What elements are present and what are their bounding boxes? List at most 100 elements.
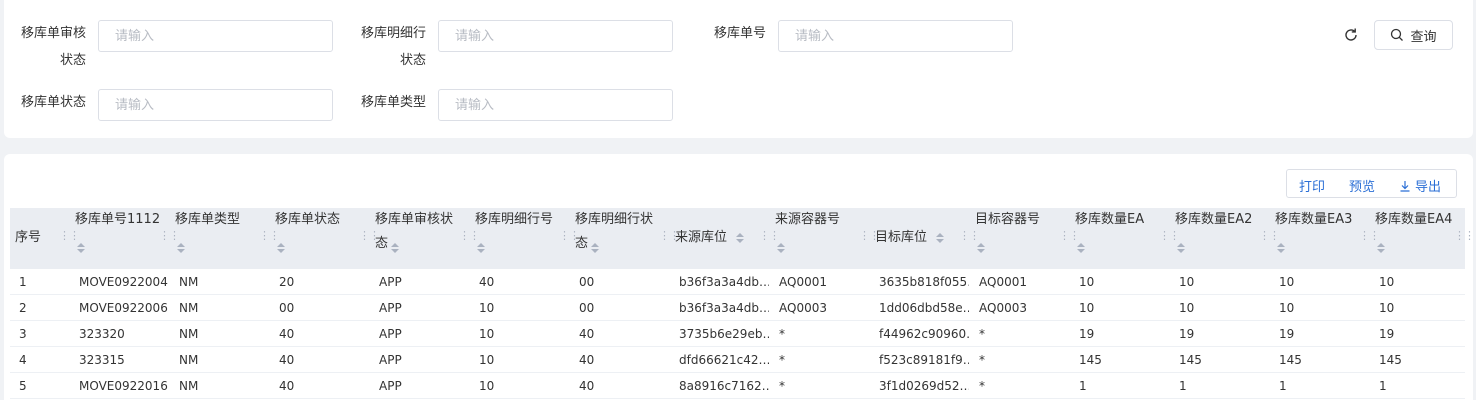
table-cell: * (979, 353, 985, 367)
table-cell: 10 (1179, 301, 1195, 315)
column-resize-handle[interactable]: ⋮⋮ (259, 230, 280, 246)
column-header[interactable]: 移库数量EA4 ⋮⋮ (1370, 208, 1475, 269)
sort-icon[interactable] (936, 233, 944, 243)
sort-icon[interactable] (591, 243, 599, 253)
column-resize-handle[interactable]: ⋮⋮ (959, 230, 980, 246)
sort-icon[interactable] (977, 243, 985, 253)
column-header[interactable]: 目标容器号 ⋮⋮ (970, 208, 1080, 269)
preview-label: 预览 (1349, 180, 1376, 195)
column-header-label-line1: 移库数量EA3 (1275, 212, 1353, 227)
sort-icon[interactable] (177, 243, 185, 253)
query-button[interactable]: 查询 (1374, 20, 1453, 50)
table-row[interactable]: 5 MOVE0922016 NM 40 APP 10 40 8a8916c7162… * 3f1d… (10, 373, 1465, 399)
column-header[interactable]: 移库单号1112 ⋮⋮ (70, 208, 180, 269)
sort-icon[interactable] (77, 243, 85, 253)
column-header[interactable]: 来源库位 ⋮⋮ (670, 208, 780, 269)
refresh-button[interactable] (1341, 25, 1361, 45)
table-cell: 00 (579, 275, 595, 289)
table-cell: NM (179, 379, 199, 393)
column-header[interactable]: 移库数量EA3 ⋮⋮ (1270, 208, 1380, 269)
sort-icon[interactable] (1277, 243, 1285, 253)
column-header[interactable]: 目标库位 ⋮⋮ (870, 208, 980, 269)
table-cell: 145 (1179, 353, 1202, 367)
column-header-label-line2: 态 (375, 236, 389, 251)
column-resize-handle[interactable]: ⋮⋮ (659, 230, 680, 246)
column-header-label: 移库单号1112 (75, 208, 160, 232)
table-cell: AQ0001 (979, 275, 1027, 289)
column-resize-handle[interactable]: ⋮⋮ (59, 230, 80, 246)
order-type-input[interactable] (438, 89, 673, 121)
line-status-label: 移库明细行 状态 (344, 20, 426, 74)
table-cell: 1 (1279, 379, 1287, 393)
column-resize-handle[interactable]: ⋮⋮ (559, 230, 580, 246)
column-header-label: 移库数量EA3 (1275, 208, 1352, 232)
table-cell: MOVE0922016 (79, 379, 168, 393)
table-cell: * (779, 379, 785, 393)
column-header[interactable]: 移库明细行号 ⋮⋮ (470, 208, 580, 269)
table-toolbar: 打印 预览 导出 (1286, 169, 1457, 198)
column-header[interactable]: 序号 ⋮⋮ (10, 208, 80, 269)
sort-icon[interactable] (736, 233, 744, 243)
column-resize-handle[interactable]: ⋮⋮ (159, 230, 180, 246)
table-cell: 40 (479, 275, 495, 289)
column-resize-handle[interactable]: ⋮⋮ (1359, 230, 1380, 246)
table-cell: AQ0003 (979, 301, 1027, 315)
table-cell: 10 (1079, 275, 1095, 289)
column-header[interactable]: 移库单类型 ⋮⋮ (170, 208, 280, 269)
column-resize-handle[interactable]: ⋮⋮ (359, 230, 380, 246)
refresh-icon (1345, 28, 1357, 41)
column-header[interactable]: 移库数量EA ⋮⋮ (1070, 208, 1180, 269)
sort-icon[interactable] (777, 243, 785, 253)
table-cell: 1 (1079, 379, 1087, 393)
table-row[interactable]: 1 MOVE0922004 NM 20 APP 40 00 b36f3a3a4db… AQ000… (10, 269, 1465, 295)
column-header-label: 来源容器号 (775, 208, 840, 232)
table-cell: MOVE0922004 (79, 275, 168, 289)
column-resize-handle[interactable]: ⋮⋮ (1259, 230, 1280, 246)
search-icon (1391, 28, 1404, 41)
export-button[interactable]: 导出 (1399, 176, 1441, 195)
sort-icon[interactable] (1377, 243, 1385, 253)
print-button[interactable]: 打印 (1299, 176, 1325, 195)
sort-icon[interactable] (1077, 243, 1085, 253)
order-status-input[interactable] (98, 89, 333, 121)
line-status-label-line1: 移库明细行 (360, 26, 426, 41)
order-no-input[interactable] (778, 20, 1013, 52)
table-row[interactable]: 4 323315 NM 40 APP 10 40 dfd66621c42… * f523c8918… (10, 347, 1465, 373)
table-cell: 3 (19, 327, 27, 341)
column-resize-handle[interactable]: ⋮⋮ (859, 230, 880, 246)
sort-icon[interactable] (391, 243, 399, 253)
table-cell: * (979, 379, 985, 393)
sort-icon[interactable] (477, 243, 485, 253)
column-header[interactable]: 移库明细行状态 ⋮⋮ (570, 208, 680, 269)
column-resize-handle[interactable]: ⋮⋮ (759, 230, 780, 246)
table-row[interactable]: 2 MOVE0922006 NM 00 APP 10 00 b36f3a3a4db… AQ000… (10, 295, 1465, 321)
column-header-label: 目标容器号 (975, 208, 1040, 232)
sort-icon[interactable] (277, 243, 285, 253)
table-cell: 323315 (79, 353, 125, 367)
column-header-label: 序号 (15, 226, 41, 250)
column-header[interactable]: 移库单状态 ⋮⋮ (270, 208, 380, 269)
audit-status-label-line2: 状态 (59, 53, 86, 68)
column-resize-handle[interactable]: ⋮⋮ (1159, 230, 1180, 246)
audit-status-input[interactable] (98, 20, 333, 52)
column-header[interactable]: 移库单审核状态 ⋮⋮ (370, 208, 480, 269)
column-header[interactable]: 移库数量EA2 ⋮⋮ (1170, 208, 1280, 269)
table-row[interactable]: 3 323320 NM 40 APP 10 40 3735b6e29eb… * f44962c90… (10, 321, 1465, 347)
column-header-label: 移库单状态 (275, 208, 340, 232)
column-resize-handle[interactable]: ⋮⋮ (1454, 230, 1475, 246)
order-status-label: 移库单状态 (20, 95, 86, 110)
table-cell: 3735b6e29eb… (679, 327, 769, 341)
column-header-label: 移库明细行状态 (575, 208, 653, 256)
column-header-label: 来源库位 (675, 226, 727, 250)
column-header[interactable]: 来源容器号 ⋮⋮ (770, 208, 880, 269)
table-cell: * (779, 327, 785, 341)
preview-button[interactable]: 预览 (1349, 176, 1375, 195)
table-cell: 3f1d0269d52… (879, 379, 969, 393)
data-table: 序号 ⋮⋮ 移库单号1112 ⋮⋮ 移库单类型 ⋮⋮ 移库单状态 ⋮⋮ 移库单审核状态 ⋮⋮ 移库明… (10, 208, 1475, 399)
column-resize-handle[interactable]: ⋮⋮ (459, 230, 480, 246)
line-status-input[interactable] (438, 20, 673, 52)
table-cell: 19 (1179, 327, 1195, 341)
order-no-label: 移库单号 (713, 26, 766, 41)
sort-icon[interactable] (1177, 243, 1185, 253)
column-resize-handle[interactable]: ⋮⋮ (1059, 230, 1080, 246)
